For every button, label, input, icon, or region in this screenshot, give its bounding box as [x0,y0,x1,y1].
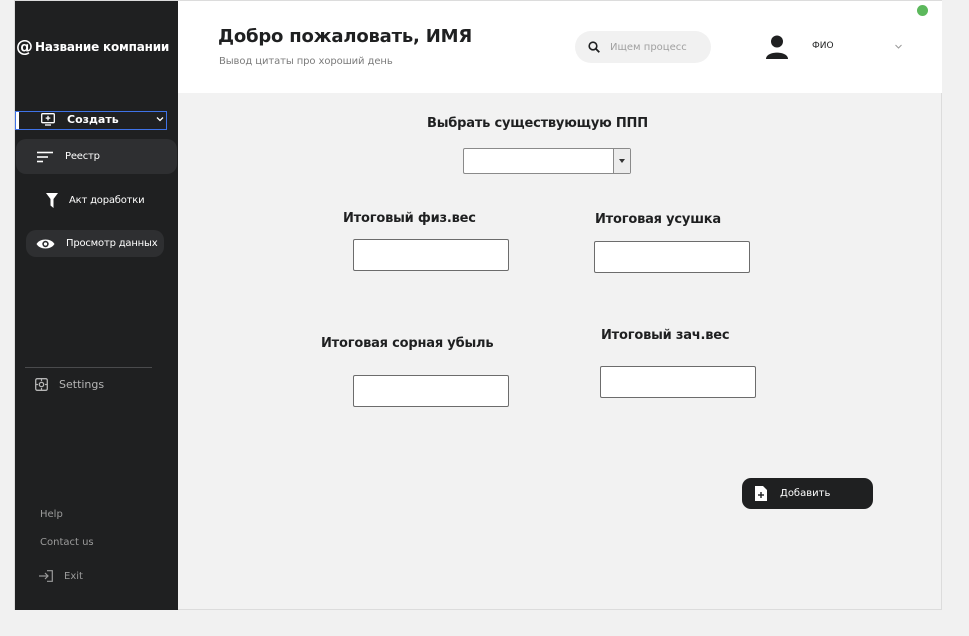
fiz-ves-input[interactable] [353,239,509,271]
sornaya-ubyl-input[interactable] [353,375,509,407]
sidebar-item-akt[interactable]: Акт доработки [16,185,177,215]
app-window: @ Название компании Создать Реестр Акт д… [14,0,942,610]
company-logo[interactable]: @ Название компании [15,37,178,57]
sidebar: @ Название компании Создать Реестр Акт д… [15,1,178,610]
caret-down-icon [619,159,625,163]
contact-link[interactable]: Contact us [40,537,94,548]
sidebar-divider [25,367,152,368]
search-input[interactable] [610,41,700,53]
online-status-dot [917,5,928,16]
add-screen-icon [41,113,55,126]
zach-ves-input[interactable] [600,366,756,398]
sidebar-item-label: Реестр [65,151,100,162]
filter-funnel-icon [46,192,58,208]
chevron-down-icon[interactable] [894,42,903,51]
page-subtitle: Вывод цитаты про хороший день [219,56,393,67]
page-title: Добро пожаловать, ИМЯ [218,26,472,47]
settings-gear-icon [35,378,48,391]
field-label-zach-ves: Итоговый зач.вес [601,328,730,343]
settings-link[interactable]: Settings [35,378,104,391]
exit-link[interactable]: Exit [39,570,83,582]
header: Добро пожаловать, ИМЯ Вывод цитаты про х… [178,1,942,93]
help-link[interactable]: Help [40,509,63,520]
add-label: Добавить [780,488,831,499]
user-avatar-icon[interactable] [766,35,788,59]
user-name[interactable]: ФИО [812,41,834,51]
sidebar-item-label: Просмотр данных [66,238,158,249]
company-name: Название компании [35,40,170,54]
sidebar-item-view[interactable]: Просмотр данных [26,230,164,257]
exit-label: Exit [64,570,83,582]
exit-icon [39,570,53,582]
create-button[interactable]: Создать [15,111,167,130]
sort-lines-icon [37,151,53,162]
search-icon [588,41,600,53]
logo-at-symbol: @ [16,36,33,57]
sidebar-item-label: Акт доработки [69,194,145,206]
search-box[interactable] [575,31,711,63]
create-label: Создать [67,113,119,126]
active-indicator [16,112,19,129]
settings-label: Settings [59,378,105,391]
chevron-down-icon [156,117,164,122]
usushka-input[interactable] [594,241,750,273]
select-ppp-label: Выбрать существующую ППП [427,116,648,131]
select-dropdown-button[interactable] [613,149,630,173]
sidebar-item-reestr[interactable]: Реестр [16,139,177,174]
field-label-usushka: Итоговая усушка [595,212,721,227]
field-label-fiz-ves: Итоговый физ.вес [343,211,476,226]
add-button[interactable]: Добавить [742,478,873,509]
ppp-select[interactable] [463,148,631,174]
eye-icon [36,239,55,248]
field-label-sornaya-ubyl: Итоговая сорная убыль [321,336,494,351]
add-document-icon [755,486,767,501]
